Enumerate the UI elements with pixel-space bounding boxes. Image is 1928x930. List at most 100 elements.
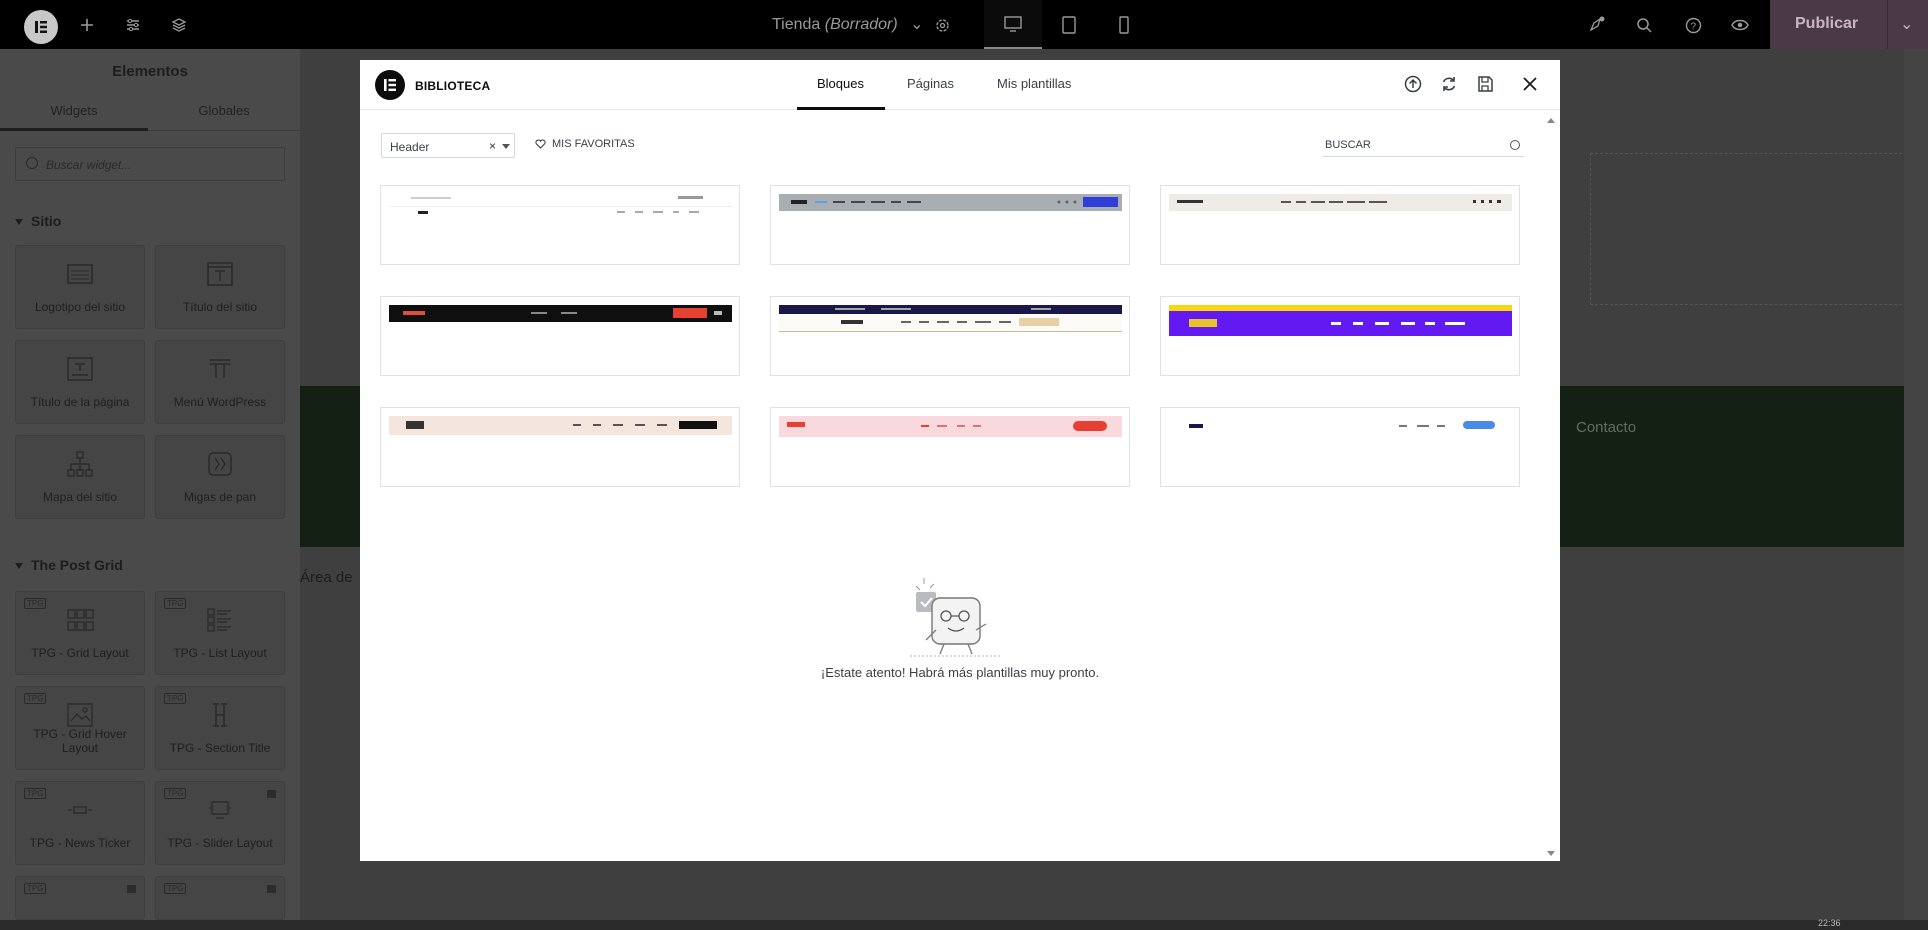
template-thumbnail[interactable] <box>380 407 740 487</box>
section-the-post-grid[interactable]: The Post Grid <box>15 557 123 573</box>
lock-icon <box>267 790 276 798</box>
empty-drop-area[interactable] <box>1590 153 1928 305</box>
close-icon[interactable] <box>1521 75 1539 93</box>
slider-layout-icon <box>209 801 231 819</box>
template-thumbnail[interactable] <box>1160 296 1520 376</box>
widget-search-placeholder: Buscar widget... <box>46 158 132 172</box>
widget-site-title[interactable]: Título del sitio <box>155 245 285 329</box>
widget-site-logo[interactable]: Logotipo del sitio <box>15 245 145 329</box>
widget-tpg-list-layout[interactable]: TPG TPG - List Layout <box>155 591 285 675</box>
widget-tpg-slider-layout[interactable]: TPG TPG - Slider Layout <box>155 781 285 865</box>
structure-layers-icon[interactable] <box>166 12 192 38</box>
section-sitio[interactable]: Sitio <box>15 213 61 229</box>
heart-icon <box>535 139 546 149</box>
device-desktop-button[interactable] <box>984 0 1042 49</box>
template-thumbnail[interactable] <box>380 296 740 376</box>
import-upload-icon[interactable] <box>1404 75 1422 93</box>
tpg-badge: TPG <box>164 598 187 609</box>
canvas-scrollbar[interactable] <box>1904 49 1928 920</box>
tab-bloques[interactable]: Bloques <box>817 76 864 91</box>
widget-label: Título de la página <box>30 395 130 409</box>
document-title[interactable]: Tienda (Borrador) ⌄ <box>772 14 924 34</box>
widget-tpg-news-ticker[interactable]: TPG TPG - News Ticker <box>15 781 145 865</box>
elements-panel: Elementos Widgets Globales Buscar widget… <box>0 49 314 920</box>
template-thumbnail[interactable] <box>770 185 1130 265</box>
template-thumbnail[interactable] <box>1160 407 1520 487</box>
elementor-logo-icon[interactable] <box>24 10 58 44</box>
widget-label: Migas de pan <box>183 490 257 504</box>
widget-tpg-grid-hover-layout[interactable]: TPG TPG - Grid Hover Layout <box>15 686 145 770</box>
widget-search-input[interactable]: Buscar widget... <box>15 147 285 181</box>
page-title-icon <box>67 357 93 381</box>
device-mobile-button[interactable] <box>1095 0 1153 49</box>
widget-tpg-partial[interactable]: TPG <box>15 876 145 920</box>
widget-page-title[interactable]: Título de la página <box>15 340 145 424</box>
publish-options-chevron-icon[interactable]: ⌄ <box>1900 14 1913 34</box>
tpg-badge: TPG <box>164 788 187 799</box>
template-preview-image <box>779 194 1122 211</box>
widget-breadcrumbs[interactable]: Migas de pan <box>155 435 285 519</box>
nav-link-contacto[interactable]: Contacto <box>1576 419 1636 436</box>
sync-refresh-icon[interactable] <box>1440 75 1458 93</box>
tpg-badge: TPG <box>24 883 47 894</box>
panel-title: Elementos <box>112 63 188 80</box>
tpg-badge: TPG <box>24 693 47 704</box>
widget-sitemap[interactable]: Mapa del sitio <box>15 435 145 519</box>
my-favorites-filter[interactable]: MIS FAVORITAS <box>535 138 635 150</box>
template-thumbnail[interactable] <box>380 185 740 265</box>
scroll-up-arrow-icon[interactable] <box>1547 118 1555 123</box>
template-thumbnail[interactable] <box>770 296 1130 376</box>
finder-search-icon[interactable] <box>1631 12 1657 38</box>
modal-header: BIBLIOTECA Bloques Páginas Mis plantilla… <box>360 60 1560 110</box>
svg-text:?: ? <box>1690 21 1696 32</box>
template-search-input[interactable]: BUSCAR <box>1323 132 1524 157</box>
category-filter-select[interactable]: Header × <box>381 133 515 158</box>
widget-label: Mapa del sitio <box>42 490 118 504</box>
empty-state-illustration <box>910 578 1000 657</box>
device-tablet-button[interactable] <box>1040 0 1098 49</box>
scroll-down-arrow-icon[interactable] <box>1547 851 1555 856</box>
widget-nav-menu[interactable]: Menú WordPress <box>155 340 285 424</box>
tab-paginas[interactable]: Páginas <box>907 76 954 91</box>
tpg-badge: TPG <box>164 883 187 894</box>
widget-tpg-grid-layout[interactable]: TPG TPG - Grid Layout <box>15 591 145 675</box>
template-preview-image <box>1169 194 1512 211</box>
document-status: (Borrador) <box>824 16 898 33</box>
editor-topbar: Tienda (Borrador) ⌄ ? Publicar ⌄ <box>0 0 1928 49</box>
template-thumbnail[interactable] <box>770 407 1130 487</box>
page-settings-gear-icon[interactable] <box>929 12 955 38</box>
empty-state-message: ¡Estate atento! Habrá más plantillas muy… <box>820 665 1100 680</box>
favorites-label: MIS FAVORITAS <box>552 138 635 150</box>
widget-label: TPG - Grid Layout <box>31 646 129 660</box>
widget-tpg-partial[interactable]: TPG <box>155 876 285 920</box>
lock-icon <box>127 885 136 893</box>
canvas-area-text: Área de <box>300 569 353 586</box>
modal-title: BIBLIOTECA <box>415 79 491 93</box>
help-icon[interactable]: ? <box>1680 12 1706 38</box>
search-icon <box>26 157 38 169</box>
widget-tpg-section-title[interactable]: TPG TPG - Section Title <box>155 686 285 770</box>
save-template-icon[interactable] <box>1476 75 1494 93</box>
active-tab-indicator <box>797 107 885 110</box>
tpg-badge: TPG <box>164 693 187 704</box>
add-element-icon[interactable] <box>74 12 100 38</box>
widget-label: TPG - News Ticker <box>29 836 131 850</box>
widget-label: Logotipo del sitio <box>34 300 126 314</box>
preview-eye-icon[interactable] <box>1727 12 1753 38</box>
clear-filter-icon[interactable]: × <box>489 139 496 153</box>
panel-tabs: Widgets Globales <box>0 97 300 131</box>
template-preview-image <box>389 196 732 214</box>
section-title-icon <box>213 703 227 727</box>
modal-scrollbar[interactable] <box>1544 112 1558 860</box>
tab-mis-plantillas[interactable]: Mis plantillas <box>997 76 1071 91</box>
notifications-rocket-icon[interactable] <box>1583 12 1609 38</box>
widget-label: Menú WordPress <box>173 395 267 409</box>
tab-globales[interactable]: Globales <box>150 97 298 131</box>
publish-button[interactable]: Publicar ⌄ <box>1770 0 1928 49</box>
template-search-placeholder: BUSCAR <box>1325 139 1371 151</box>
tab-widgets[interactable]: Widgets <box>0 97 148 131</box>
tpg-badge: TPG <box>24 598 47 609</box>
template-thumbnail[interactable] <box>1160 185 1520 265</box>
site-settings-icon[interactable] <box>120 12 146 38</box>
template-library-modal: BIBLIOTECA Bloques Páginas Mis plantilla… <box>360 60 1560 861</box>
